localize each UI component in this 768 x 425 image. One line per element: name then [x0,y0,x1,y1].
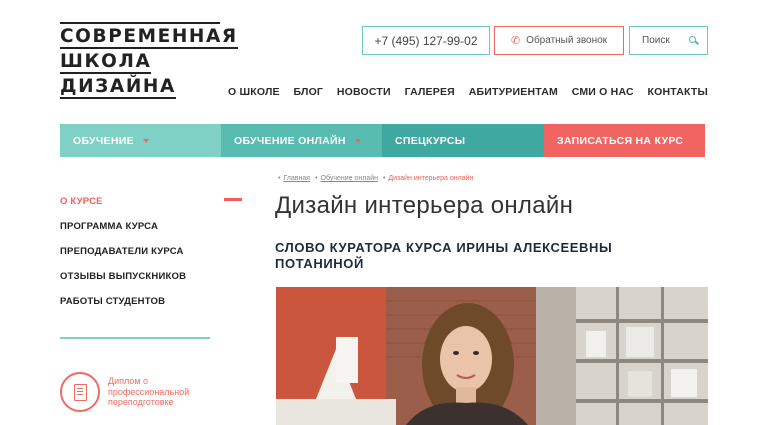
nav-news[interactable]: НОВОСТИ [337,86,391,98]
sidebar-item-teachers[interactable]: ПРЕПОДАВАТЕЛИ КУРСА [60,246,245,271]
logo-line-1: СОВРЕМЕННАЯ [60,22,238,49]
enroll-button[interactable]: ЗАПИСАТЬСЯ НА КУРС [544,124,705,157]
callback-label: Обратный звонок [526,35,608,46]
menu-online-education[interactable]: ОБУЧЕНИЕ ОНЛАЙН [221,124,382,157]
search-icon[interactable] [689,36,698,45]
nav-contacts[interactable]: КОНТАКТЫ [648,86,708,98]
search-input[interactable]: Поиск [629,26,708,55]
sidebar-item-about-course[interactable]: О КУРСЕ [60,196,245,221]
nav-blog[interactable]: БЛОГ [294,86,324,98]
menu-education[interactable]: ОБУЧЕНИЕ [60,124,221,157]
enroll-button-label: ЗАПИСАТЬСЯ НА КУРС [557,134,684,147]
breadcrumb-bullet: • [382,175,386,182]
course-menu-bar: ОБУЧЕНИЕ ОБУЧЕНИЕ ОНЛАЙН СПЕЦКУРСЫ ЗАПИС… [60,124,705,157]
breadcrumb-current: Дизайн интерьера онлайн [388,175,474,182]
nav-gallery[interactable]: ГАЛЕРЕЯ [405,86,455,98]
breadcrumb: • Главная • Обучение онлайн • Дизайн интерь… [275,175,473,182]
breadcrumb-home[interactable]: Главная [283,175,310,182]
curator-photo [276,287,708,425]
active-item-marker [224,198,242,201]
curator-heading: СЛОВО КУРАТОРА КУРСА ИРИНЫ АЛЕКСЕЕВНЫ ПО… [275,240,613,271]
sidebar-divider [60,337,210,339]
diploma-badge [60,372,100,412]
document-icon [73,383,87,401]
sidebar-item-program[interactable]: ПРОГРАММА КУРСА [60,221,245,246]
top-navigation: О ШКОЛЕ БЛОГ НОВОСТИ ГАЛЕРЕЯ АБИТУРИЕНТА… [228,86,708,98]
menu-special-courses[interactable]: СПЕЦКУРСЫ [382,124,544,157]
sidebar-item-student-works[interactable]: РАБОТЫ СТУДЕНТОВ [60,296,245,321]
callback-button[interactable]: ✆ Обратный звонок [494,26,624,55]
phone-number[interactable]: +7 (495) 127-99-02 [362,26,490,55]
nav-applicants[interactable]: АБИТУРИЕНТАМ [469,86,558,98]
search-placeholder: Поиск [642,35,670,46]
curator-video[interactable] [276,287,708,425]
phone-number-text: +7 (495) 127-99-02 [374,33,478,48]
chevron-down-icon [354,138,361,143]
menu-special-courses-label: СПЕЦКУРСЫ [395,134,466,147]
menu-online-education-label: ОБУЧЕНИЕ ОНЛАЙН [234,134,346,147]
page-title: Дизайн интерьера онлайн [275,192,574,219]
breadcrumb-section[interactable]: Обучение онлайн [321,175,378,182]
nav-about[interactable]: О ШКОЛЕ [228,86,280,98]
sidebar-item-reviews[interactable]: ОТЗЫВЫ ВЫПУСКНИКОВ [60,271,245,296]
menu-education-label: ОБУЧЕНИЕ [73,134,134,147]
chevron-down-icon [142,138,149,143]
diploma-link[interactable]: Диплом о профессиональной переподготовке [60,372,208,412]
logo-line-2: ШКОЛА [60,51,152,74]
breadcrumb-bullet: • [278,175,281,182]
nav-media[interactable]: СМИ О НАС [572,86,634,98]
course-sidebar: О КУРСЕ ПРОГРАММА КУРСА ПРЕПОДАВАТЕЛИ КУ… [60,196,245,321]
logo-line-3: ДИЗАЙНА [60,76,176,99]
breadcrumb-bullet: • [315,175,318,182]
phone-icon: ✆ [510,35,521,47]
school-logo[interactable]: СОВРЕМЕННАЯ ШКОЛА ДИЗАЙНА [60,22,238,99]
diploma-label: Диплом о профессиональной переподготовке [108,376,190,407]
